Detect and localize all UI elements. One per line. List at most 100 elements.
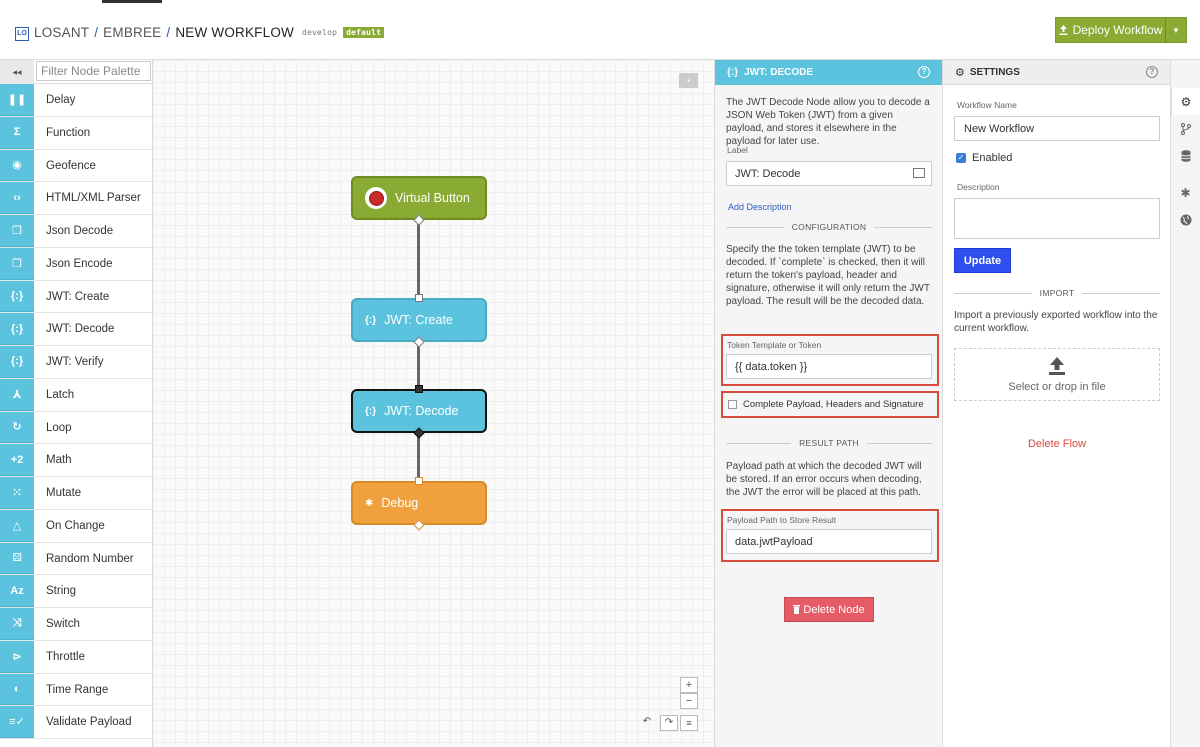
palette-item-icon: ⚄ — [0, 542, 34, 575]
complete-option[interactable]: Complete Payload, Headers and Signature — [728, 399, 924, 410]
zoom-in-button[interactable]: + — [680, 677, 698, 693]
breadcrumb-workflow: NEW WORKFLOW — [175, 25, 294, 40]
update-button[interactable]: Update — [954, 248, 1011, 273]
palette-item-label: Latch — [46, 388, 75, 401]
palette-item[interactable]: ⤨ Switch — [0, 608, 152, 641]
settings-panel: ⚙ SETTINGS ? Workflow Name New Workflow … — [943, 60, 1171, 747]
breadcrumb-application[interactable]: EMBREE — [103, 25, 161, 40]
version-label[interactable]: develop — [302, 28, 337, 37]
double-chevron-left-icon: ◂◂ — [12, 66, 22, 77]
undo-button[interactable]: ↶ — [638, 715, 656, 731]
rail-globals-tab[interactable] — [1171, 206, 1200, 233]
deploy-workflow-label: Deploy Workflow — [1072, 23, 1163, 37]
palette-item[interactable]: Az String — [0, 575, 152, 608]
result-path-input[interactable]: data.jwtPayload — [726, 529, 932, 554]
redo-button[interactable]: ↷ — [660, 715, 678, 731]
input-port[interactable] — [415, 385, 423, 393]
palette-item[interactable]: ◉ Geofence — [0, 149, 152, 183]
input-port[interactable] — [415, 477, 423, 485]
label-caption: Label — [727, 145, 748, 155]
delete-node-button[interactable]: Delete Node — [784, 597, 874, 622]
canvas-settings-button[interactable]: ▪ — [679, 73, 698, 88]
palette-item[interactable]: ‹› HTML/XML Parser — [0, 182, 152, 215]
palette-item-label: Delay — [46, 94, 76, 106]
node-intro: The JWT Decode Node allow you to decode … — [715, 96, 943, 148]
top-accent-bar — [102, 0, 162, 3]
rail-storage-tab[interactable] — [1171, 142, 1200, 169]
palette-item[interactable]: +2 Math — [0, 444, 152, 477]
palette-item[interactable]: Σ Function — [0, 116, 152, 150]
node-label: JWT: Decode — [384, 404, 459, 418]
description-caption: Description — [957, 182, 1000, 192]
enabled-checkbox[interactable]: ✓ — [956, 153, 966, 163]
palette-item[interactable]: ⊳ Throttle — [0, 640, 152, 674]
description-textarea[interactable] — [954, 198, 1160, 239]
palette-item[interactable]: ≡✓ Validate Payload — [0, 706, 152, 739]
node-label: Debug — [381, 496, 419, 510]
collapse-palette-button[interactable]: ◂◂ — [0, 60, 34, 84]
configuration-title: CONFIGURATION — [715, 222, 943, 232]
complete-checkbox[interactable] — [728, 400, 737, 409]
palette-item-icon: ⁙ — [0, 477, 34, 509]
breadcrumb-losant[interactable]: LOSANT — [34, 25, 89, 40]
palette-item[interactable]: ⚄ Random Number — [0, 542, 152, 576]
palette-item[interactable]: ❚❚ Delay — [0, 84, 152, 117]
zoom-out-button[interactable]: − — [680, 693, 698, 709]
import-title: IMPORT — [943, 288, 1171, 298]
file-drop-zone[interactable]: Select or drop in file — [954, 348, 1160, 401]
palette-item[interactable]: ↻ Loop — [0, 411, 152, 445]
palette-item[interactable]: ⅄ Latch — [0, 378, 152, 412]
rail-settings-tab[interactable]: ⚙ — [1171, 88, 1200, 115]
complete-checkbox-label: Complete Payload, Headers and Signature — [743, 399, 924, 410]
app-header: LO LOSANT / EMBREE / NEW WORKFLOW develo… — [0, 0, 1200, 60]
import-title-text: IMPORT — [1039, 288, 1075, 298]
input-port[interactable] — [415, 294, 423, 302]
help-icon[interactable]: ? — [1146, 66, 1158, 78]
palette-item[interactable]: ❐ Json Decode — [0, 215, 152, 248]
palette-item[interactable]: ⁙ Mutate — [0, 477, 152, 510]
configuration-desc: Specify the the token template (JWT) to … — [715, 243, 943, 308]
drop-zone-label: Select or drop in file — [1008, 380, 1106, 393]
connection-wire — [417, 433, 420, 481]
token-input[interactable]: {{ data.token }} — [726, 354, 932, 379]
label-field-group: Label JWT: Decode — [715, 145, 943, 186]
token-input-value: {{ data.token }} — [735, 360, 808, 373]
palette-toolbar: ◂◂ — [0, 60, 152, 84]
palette-item[interactable]: ◐ Time Range — [0, 673, 152, 707]
node-intro-text: The JWT Decode Node allow you to decode … — [726, 97, 930, 147]
token-field-group: Token Template or Token {{ data.token }} — [715, 340, 943, 379]
palette-item[interactable]: ❐ Json Encode — [0, 247, 152, 281]
node-palette: ◂◂ ❚❚ Delay Σ Function ◉ Geofence ‹› HTML/XML P… — [0, 60, 153, 747]
deploy-workflow-button[interactable]: Deploy Workflow — [1055, 17, 1165, 43]
palette-item-label: Switch — [46, 618, 80, 630]
breadcrumb-separator: / — [166, 25, 171, 40]
deploy-options-button[interactable]: ▼ — [1165, 17, 1187, 43]
palette-item[interactable]: {:} JWT: Create — [0, 280, 152, 314]
palette-item-label: Math — [46, 454, 72, 467]
palette-item-icon: {:} — [0, 313, 34, 345]
caret-down-icon: ▼ — [1172, 25, 1180, 35]
zoom-controls: + − — [680, 677, 698, 709]
add-description-link[interactable]: Add Description — [715, 202, 805, 212]
configuration-section: CONFIGURATION — [715, 222, 943, 232]
help-icon[interactable]: ? — [918, 66, 930, 78]
losant-logo[interactable]: LO — [15, 27, 29, 41]
palette-item[interactable]: △ On Change — [0, 509, 152, 543]
delete-flow-link[interactable]: Delete Flow — [943, 438, 1171, 450]
palette-item[interactable]: {:} JWT: Verify — [0, 346, 152, 379]
result-path-input-value: data.jwtPayload — [735, 535, 813, 548]
workflow-name-input[interactable]: New Workflow — [954, 116, 1160, 141]
enabled-option[interactable]: ✓ Enabled — [956, 152, 1012, 164]
palette-item[interactable]: {:} JWT: Decode — [0, 313, 152, 346]
palette-item-icon: ❐ — [0, 215, 34, 247]
label-input[interactable]: JWT: Decode — [726, 161, 932, 186]
import-section: IMPORT — [943, 288, 1171, 298]
branch-icon — [1180, 122, 1191, 135]
canvas-menu-button[interactable]: ≡ — [680, 715, 698, 731]
add-description-wrap: Add Description — [715, 197, 805, 215]
rail-debug-tab[interactable]: ✱ — [1171, 179, 1200, 206]
filter-node-palette-input[interactable] — [36, 61, 151, 81]
workflow-canvas[interactable]: ▪ Virtual Button {:} JWT: Create {:} JWT… — [153, 60, 715, 747]
rail-versions-tab[interactable] — [1171, 115, 1200, 142]
node-editor-panel: {:} JWT: DECODE ? The JWT Decode Node al… — [715, 60, 943, 747]
